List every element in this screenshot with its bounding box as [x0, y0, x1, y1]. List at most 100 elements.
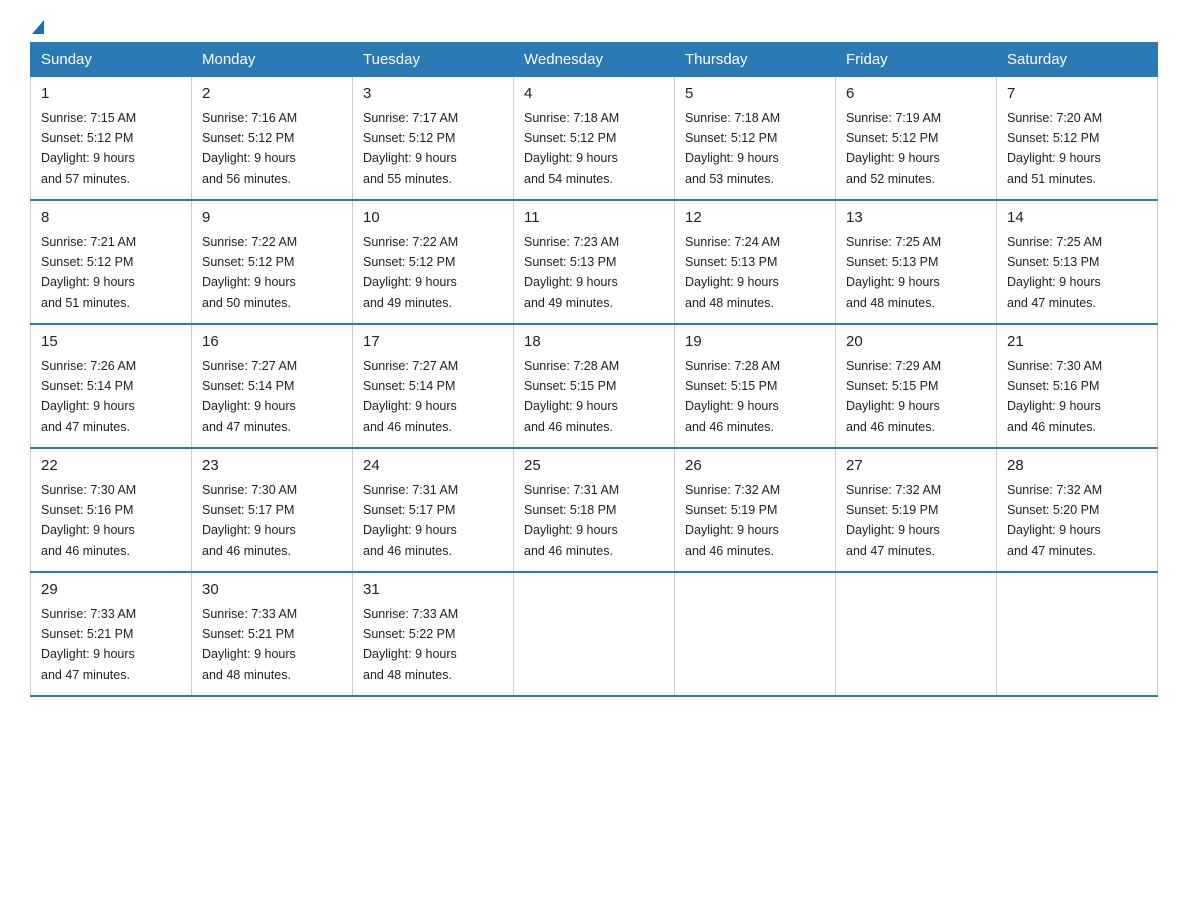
day-info: Sunrise: 7:30 AMSunset: 5:16 PMDaylight:… [41, 483, 136, 558]
day-number: 27 [846, 455, 986, 478]
logo-blue-section [32, 20, 44, 32]
day-info: Sunrise: 7:22 AMSunset: 5:12 PMDaylight:… [363, 235, 458, 310]
day-info: Sunrise: 7:32 AMSunset: 5:20 PMDaylight:… [1007, 483, 1102, 558]
header-wednesday: Wednesday [514, 43, 675, 77]
day-number: 20 [846, 331, 986, 354]
calendar-cell: 6 Sunrise: 7:19 AMSunset: 5:12 PMDayligh… [836, 77, 997, 201]
page-header [30, 20, 1158, 32]
day-info: Sunrise: 7:19 AMSunset: 5:12 PMDaylight:… [846, 111, 941, 186]
calendar-cell: 19 Sunrise: 7:28 AMSunset: 5:15 PMDaylig… [675, 324, 836, 448]
calendar-cell: 31 Sunrise: 7:33 AMSunset: 5:22 PMDaylig… [353, 572, 514, 696]
calendar-cell [514, 572, 675, 696]
logo [30, 20, 44, 32]
day-info: Sunrise: 7:22 AMSunset: 5:12 PMDaylight:… [202, 235, 297, 310]
calendar-cell: 22 Sunrise: 7:30 AMSunset: 5:16 PMDaylig… [31, 448, 192, 572]
week-row-1: 1 Sunrise: 7:15 AMSunset: 5:12 PMDayligh… [31, 77, 1158, 201]
calendar-cell: 9 Sunrise: 7:22 AMSunset: 5:12 PMDayligh… [192, 200, 353, 324]
calendar-cell: 30 Sunrise: 7:33 AMSunset: 5:21 PMDaylig… [192, 572, 353, 696]
logo-triangle-icon [32, 20, 44, 34]
day-number: 5 [685, 83, 825, 106]
day-number: 6 [846, 83, 986, 106]
week-row-3: 15 Sunrise: 7:26 AMSunset: 5:14 PMDaylig… [31, 324, 1158, 448]
calendar-cell: 17 Sunrise: 7:27 AMSunset: 5:14 PMDaylig… [353, 324, 514, 448]
day-info: Sunrise: 7:24 AMSunset: 5:13 PMDaylight:… [685, 235, 780, 310]
header-friday: Friday [836, 43, 997, 77]
day-info: Sunrise: 7:33 AMSunset: 5:22 PMDaylight:… [363, 607, 458, 682]
calendar-cell: 16 Sunrise: 7:27 AMSunset: 5:14 PMDaylig… [192, 324, 353, 448]
calendar-cell: 3 Sunrise: 7:17 AMSunset: 5:12 PMDayligh… [353, 77, 514, 201]
day-info: Sunrise: 7:29 AMSunset: 5:15 PMDaylight:… [846, 359, 941, 434]
calendar-cell: 23 Sunrise: 7:30 AMSunset: 5:17 PMDaylig… [192, 448, 353, 572]
calendar-cell: 27 Sunrise: 7:32 AMSunset: 5:19 PMDaylig… [836, 448, 997, 572]
day-number: 4 [524, 83, 664, 106]
day-number: 14 [1007, 207, 1147, 230]
calendar-table: SundayMondayTuesdayWednesdayThursdayFrid… [30, 42, 1158, 697]
day-number: 30 [202, 579, 342, 602]
day-number: 17 [363, 331, 503, 354]
week-row-4: 22 Sunrise: 7:30 AMSunset: 5:16 PMDaylig… [31, 448, 1158, 572]
calendar-cell [675, 572, 836, 696]
calendar-cell: 26 Sunrise: 7:32 AMSunset: 5:19 PMDaylig… [675, 448, 836, 572]
week-row-5: 29 Sunrise: 7:33 AMSunset: 5:21 PMDaylig… [31, 572, 1158, 696]
header-saturday: Saturday [997, 43, 1158, 77]
calendar-cell: 28 Sunrise: 7:32 AMSunset: 5:20 PMDaylig… [997, 448, 1158, 572]
day-number: 29 [41, 579, 181, 602]
calendar-header-row: SundayMondayTuesdayWednesdayThursdayFrid… [31, 43, 1158, 77]
day-number: 12 [685, 207, 825, 230]
week-row-2: 8 Sunrise: 7:21 AMSunset: 5:12 PMDayligh… [31, 200, 1158, 324]
day-number: 31 [363, 579, 503, 602]
day-info: Sunrise: 7:20 AMSunset: 5:12 PMDaylight:… [1007, 111, 1102, 186]
day-info: Sunrise: 7:23 AMSunset: 5:13 PMDaylight:… [524, 235, 619, 310]
header-monday: Monday [192, 43, 353, 77]
calendar-cell: 13 Sunrise: 7:25 AMSunset: 5:13 PMDaylig… [836, 200, 997, 324]
calendar-cell: 14 Sunrise: 7:25 AMSunset: 5:13 PMDaylig… [997, 200, 1158, 324]
day-number: 3 [363, 83, 503, 106]
day-number: 13 [846, 207, 986, 230]
day-number: 8 [41, 207, 181, 230]
day-number: 2 [202, 83, 342, 106]
day-number: 10 [363, 207, 503, 230]
calendar-cell: 15 Sunrise: 7:26 AMSunset: 5:14 PMDaylig… [31, 324, 192, 448]
day-info: Sunrise: 7:21 AMSunset: 5:12 PMDaylight:… [41, 235, 136, 310]
calendar-cell: 18 Sunrise: 7:28 AMSunset: 5:15 PMDaylig… [514, 324, 675, 448]
day-info: Sunrise: 7:15 AMSunset: 5:12 PMDaylight:… [41, 111, 136, 186]
day-info: Sunrise: 7:31 AMSunset: 5:18 PMDaylight:… [524, 483, 619, 558]
day-info: Sunrise: 7:18 AMSunset: 5:12 PMDaylight:… [524, 111, 619, 186]
day-number: 25 [524, 455, 664, 478]
day-info: Sunrise: 7:31 AMSunset: 5:17 PMDaylight:… [363, 483, 458, 558]
header-tuesday: Tuesday [353, 43, 514, 77]
day-info: Sunrise: 7:28 AMSunset: 5:15 PMDaylight:… [524, 359, 619, 434]
calendar-cell: 29 Sunrise: 7:33 AMSunset: 5:21 PMDaylig… [31, 572, 192, 696]
calendar-cell: 24 Sunrise: 7:31 AMSunset: 5:17 PMDaylig… [353, 448, 514, 572]
day-number: 9 [202, 207, 342, 230]
day-number: 21 [1007, 331, 1147, 354]
day-number: 22 [41, 455, 181, 478]
calendar-cell: 12 Sunrise: 7:24 AMSunset: 5:13 PMDaylig… [675, 200, 836, 324]
day-info: Sunrise: 7:32 AMSunset: 5:19 PMDaylight:… [685, 483, 780, 558]
calendar-cell: 8 Sunrise: 7:21 AMSunset: 5:12 PMDayligh… [31, 200, 192, 324]
calendar-cell: 4 Sunrise: 7:18 AMSunset: 5:12 PMDayligh… [514, 77, 675, 201]
day-number: 11 [524, 207, 664, 230]
calendar-cell: 1 Sunrise: 7:15 AMSunset: 5:12 PMDayligh… [31, 77, 192, 201]
calendar-cell: 21 Sunrise: 7:30 AMSunset: 5:16 PMDaylig… [997, 324, 1158, 448]
day-number: 26 [685, 455, 825, 478]
day-number: 24 [363, 455, 503, 478]
day-info: Sunrise: 7:33 AMSunset: 5:21 PMDaylight:… [41, 607, 136, 682]
day-number: 7 [1007, 83, 1147, 106]
day-info: Sunrise: 7:27 AMSunset: 5:14 PMDaylight:… [202, 359, 297, 434]
day-info: Sunrise: 7:16 AMSunset: 5:12 PMDaylight:… [202, 111, 297, 186]
day-info: Sunrise: 7:18 AMSunset: 5:12 PMDaylight:… [685, 111, 780, 186]
day-number: 15 [41, 331, 181, 354]
day-info: Sunrise: 7:27 AMSunset: 5:14 PMDaylight:… [363, 359, 458, 434]
day-info: Sunrise: 7:25 AMSunset: 5:13 PMDaylight:… [846, 235, 941, 310]
calendar-cell: 11 Sunrise: 7:23 AMSunset: 5:13 PMDaylig… [514, 200, 675, 324]
header-sunday: Sunday [31, 43, 192, 77]
day-info: Sunrise: 7:30 AMSunset: 5:17 PMDaylight:… [202, 483, 297, 558]
calendar-cell: 2 Sunrise: 7:16 AMSunset: 5:12 PMDayligh… [192, 77, 353, 201]
day-info: Sunrise: 7:32 AMSunset: 5:19 PMDaylight:… [846, 483, 941, 558]
calendar-cell: 10 Sunrise: 7:22 AMSunset: 5:12 PMDaylig… [353, 200, 514, 324]
day-info: Sunrise: 7:30 AMSunset: 5:16 PMDaylight:… [1007, 359, 1102, 434]
day-number: 16 [202, 331, 342, 354]
header-thursday: Thursday [675, 43, 836, 77]
day-number: 1 [41, 83, 181, 106]
